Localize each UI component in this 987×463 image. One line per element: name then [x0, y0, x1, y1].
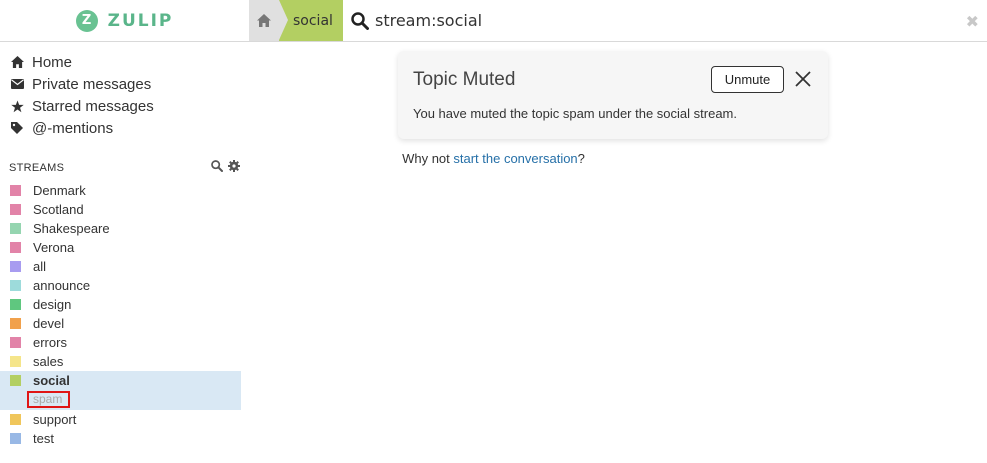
stream-item-denmark[interactable]: Denmark — [0, 181, 241, 200]
stream-color-swatch — [10, 318, 21, 329]
nav-item-starred-messages[interactable]: Starred messages — [10, 95, 154, 117]
stream-name: all — [33, 259, 47, 274]
nav-item-home[interactable]: Home — [10, 51, 72, 73]
top-navbar: Z ZULIP social stream:social ✖ — [0, 0, 987, 42]
topic-item-spam[interactable]: spam — [27, 391, 70, 408]
stream-item-errors[interactable]: errors — [0, 333, 241, 352]
nav-item-private-messages[interactable]: Private messages — [10, 73, 151, 95]
search-icon — [351, 11, 369, 30]
stream-name: sales — [33, 354, 64, 369]
home-icon — [257, 14, 271, 27]
start-conversation-link[interactable]: start the conversation — [453, 151, 577, 166]
zulip-logo-icon: Z — [75, 9, 98, 32]
search-input[interactable]: stream:social — [375, 11, 482, 30]
empty-narrow-message: Why not start the conversation? — [0, 151, 987, 166]
stream-item-shakespeare[interactable]: Shakespeare — [0, 219, 241, 238]
stream-item-sales[interactable]: sales — [0, 352, 241, 371]
topic-row[interactable]: spam — [0, 389, 241, 410]
stream-color-swatch — [10, 204, 21, 215]
nav-item-label: Starred messages — [32, 97, 154, 115]
stream-item-support[interactable]: support — [0, 410, 241, 429]
home-icon — [10, 56, 24, 68]
stream-item-scotland[interactable]: Scotland — [0, 200, 241, 219]
stream-name: Scotland — [33, 202, 84, 217]
nav-item-label: Private messages — [32, 75, 152, 93]
envelope-icon — [10, 79, 24, 89]
stream-name: social — [33, 373, 70, 388]
stream-item-verona[interactable]: Verona — [0, 238, 241, 257]
stream-color-swatch — [10, 261, 21, 272]
tag-icon — [10, 122, 24, 134]
unmute-button[interactable]: Unmute — [711, 66, 784, 93]
breadcrumb-home[interactable] — [249, 0, 279, 41]
stream-name: Denmark — [33, 183, 86, 198]
stream-color-swatch — [10, 223, 21, 234]
stream-color-swatch — [10, 185, 21, 196]
stream-item-test[interactable]: test — [0, 429, 241, 448]
stream-item-devel[interactable]: devel — [0, 314, 241, 333]
star-icon — [10, 100, 24, 113]
stream-color-swatch — [10, 414, 21, 425]
stream-name: devel — [33, 316, 65, 331]
nav-item-mentions[interactable]: @-mentions — [10, 117, 113, 139]
stream-name: support — [33, 412, 77, 427]
stream-item-social[interactable]: social — [0, 371, 241, 390]
stream-name: test — [33, 431, 54, 446]
nav-item-label: @-mentions — [32, 119, 114, 137]
stream-color-swatch — [10, 280, 21, 291]
close-icon[interactable] — [794, 70, 812, 88]
topic-muted-alert: Topic Muted Unmute You have muted the to… — [398, 51, 828, 139]
breadcrumb-stream[interactable]: social — [279, 0, 343, 41]
stream-name: announce — [33, 278, 91, 293]
zulip-wordmark: ZULIP — [107, 10, 174, 31]
stream-color-swatch — [10, 356, 21, 367]
breadcrumb-stream-label: social — [293, 12, 333, 29]
stream-name: design — [33, 297, 72, 312]
nav-item-label: Home — [32, 53, 73, 71]
alert-title: Topic Muted — [413, 69, 516, 90]
empty-suffix: ? — [577, 151, 585, 166]
left-sidebar: Home Private messages Starred messages @… — [0, 42, 241, 463]
stream-item-design[interactable]: design — [0, 295, 241, 314]
stream-color-swatch — [10, 375, 21, 386]
empty-prefix: Why not — [402, 151, 454, 166]
stream-name: Shakespeare — [33, 221, 110, 236]
search-clear-icon[interactable]: ✖ — [966, 12, 979, 31]
stream-color-swatch — [10, 299, 21, 310]
stream-color-swatch — [10, 433, 21, 444]
stream-item-announce[interactable]: announce — [0, 276, 241, 295]
stream-item-all[interactable]: all — [0, 257, 241, 276]
search-bar[interactable]: stream:social — [351, 0, 482, 41]
stream-name: errors — [33, 335, 67, 350]
stream-color-swatch — [10, 337, 21, 348]
alert-message: You have muted the topic spam under the … — [413, 106, 737, 121]
stream-color-swatch — [10, 242, 21, 253]
stream-name: Verona — [33, 240, 75, 255]
zulip-logo[interactable]: Z ZULIP — [0, 0, 249, 41]
